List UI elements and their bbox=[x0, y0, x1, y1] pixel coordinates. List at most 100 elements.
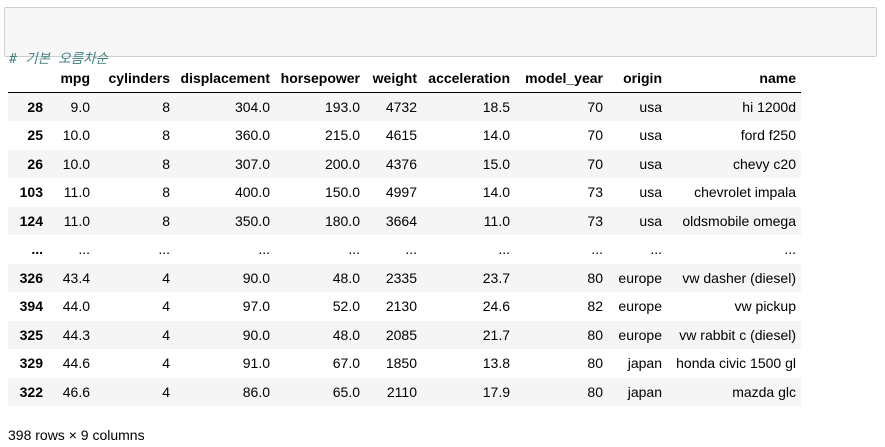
row-index: 325 bbox=[19, 326, 43, 343]
cell-acceleration: 21.7 bbox=[482, 326, 510, 343]
cell-cylinders: 4 bbox=[162, 298, 170, 315]
row-index: ... bbox=[31, 241, 43, 258]
cell-origin: japan bbox=[627, 383, 662, 400]
column-header-name: name bbox=[667, 64, 801, 93]
table-row: 26 10.0 8 307.0 200.0 4376 15.0 70 usa chevy c20 bbox=[8, 149, 801, 178]
cell-horsepower: 52.0 bbox=[332, 298, 360, 315]
dataframe-shape-summary: 398 rows × 9 columns bbox=[8, 427, 145, 443]
cell-cylinders: 8 bbox=[162, 99, 170, 115]
cell-model-year: 70 bbox=[587, 127, 603, 144]
table-row: 124 11.0 8 350.0 180.0 3664 11.0 73 usa oldsmobil… bbox=[8, 206, 801, 235]
cell-displacement: 91.0 bbox=[242, 355, 270, 372]
table-row: 326 43.4 4 90.0 48.0 2335 23.7 80 europe vw dashe… bbox=[8, 263, 801, 292]
cell-mpg: 9.0 bbox=[70, 99, 90, 115]
code-cell-input[interactable]: # 기본 오름차순 mpg_df.sort_values('mpg') bbox=[4, 7, 877, 121]
cell-name: oldsmobile omega bbox=[682, 212, 796, 229]
cell-displacement: 400.0 bbox=[234, 184, 270, 201]
table-body: 28 9.0 8 304.0 193.0 4732 18.5 70 usa hi 1200d 25 1… bbox=[8, 92, 801, 406]
cell-mpg: 46.6 bbox=[62, 383, 90, 400]
cell-origin: usa bbox=[639, 155, 662, 172]
cell-displacement: 304.0 bbox=[234, 99, 270, 115]
column-header-displacement: displacement bbox=[175, 64, 275, 93]
cell-name: chevy c20 bbox=[732, 155, 796, 172]
cell-horsepower: 215.0 bbox=[324, 127, 360, 144]
cell-weight: 2130 bbox=[385, 298, 417, 315]
cell-origin: usa bbox=[639, 212, 662, 229]
cell-displacement: ... bbox=[258, 241, 270, 258]
cell-origin: europe bbox=[618, 326, 662, 343]
cell-name: ... bbox=[784, 241, 796, 258]
cell-origin: europe bbox=[618, 298, 662, 315]
column-header-horsepower: horsepower bbox=[275, 64, 365, 93]
column-header-index bbox=[8, 64, 48, 93]
cell-displacement: 97.0 bbox=[242, 298, 270, 315]
cell-horsepower: 200.0 bbox=[324, 155, 360, 172]
row-index: 28 bbox=[27, 99, 43, 115]
row-index: 26 bbox=[27, 155, 43, 172]
cell-acceleration: 14.0 bbox=[482, 127, 510, 144]
cell-mpg: 11.0 bbox=[63, 212, 90, 229]
row-index: 329 bbox=[19, 355, 43, 372]
column-header-origin: origin bbox=[608, 64, 667, 93]
cell-weight: 2110 bbox=[386, 383, 417, 400]
row-index: 394 bbox=[19, 298, 43, 315]
cell-name: vw dasher (diesel) bbox=[682, 269, 796, 286]
cell-horsepower: 67.0 bbox=[332, 355, 360, 372]
cell-cylinders: 4 bbox=[162, 383, 170, 400]
cell-cylinders: 8 bbox=[162, 184, 170, 201]
cell-horsepower: 150.0 bbox=[324, 184, 360, 201]
row-index: 25 bbox=[27, 127, 43, 144]
cell-model-year: 70 bbox=[587, 155, 603, 172]
cell-displacement: 90.0 bbox=[242, 326, 270, 343]
cell-mpg: 10.0 bbox=[62, 127, 90, 144]
cell-model-year: 73 bbox=[587, 184, 603, 201]
cell-name: honda civic 1500 gl bbox=[676, 355, 796, 372]
table-row: 329 44.6 4 91.0 67.0 1850 13.8 80 japan honda civ… bbox=[8, 349, 801, 378]
cell-horsepower: 193.0 bbox=[324, 99, 360, 115]
cell-mpg: 10.0 bbox=[62, 155, 90, 172]
cell-weight: 4732 bbox=[385, 99, 417, 115]
cell-name: vw pickup bbox=[734, 298, 796, 315]
cell-acceleration: 14.0 bbox=[482, 184, 510, 201]
cell-acceleration: 13.8 bbox=[482, 355, 510, 372]
cell-displacement: 307.0 bbox=[234, 155, 270, 172]
dataframe-table: mpg cylinders displacement horsepower weight… bbox=[8, 64, 801, 406]
column-header-acceleration: acceleration bbox=[422, 64, 515, 93]
column-header-weight: weight bbox=[365, 64, 422, 93]
cell-model-year: 82 bbox=[587, 298, 603, 315]
cell-model-year: 73 bbox=[587, 212, 603, 229]
cell-mpg: 44.6 bbox=[62, 355, 90, 372]
cell-horsepower: ... bbox=[348, 241, 360, 258]
cell-mpg: ... bbox=[78, 241, 90, 258]
cell-origin: japan bbox=[627, 355, 662, 372]
cell-weight: 2085 bbox=[385, 326, 417, 343]
cell-acceleration: 15.0 bbox=[482, 155, 510, 172]
cell-name: mazda glc bbox=[732, 383, 796, 400]
cell-origin: usa bbox=[639, 184, 662, 201]
cell-weight: 3664 bbox=[385, 212, 417, 229]
column-header-model-year: model_year bbox=[515, 64, 608, 93]
cell-mpg: 11.0 bbox=[63, 184, 90, 201]
cell-weight: ... bbox=[405, 241, 417, 258]
cell-model-year: 80 bbox=[587, 355, 603, 372]
cell-model-year: 80 bbox=[587, 269, 603, 286]
cell-mpg: 44.3 bbox=[62, 326, 90, 343]
cell-cylinders: 8 bbox=[162, 212, 170, 229]
table-row: 28 9.0 8 304.0 193.0 4732 18.5 70 usa hi 1200d bbox=[8, 92, 801, 121]
table-row: 394 44.0 4 97.0 52.0 2130 24.6 82 europe vw picku… bbox=[8, 292, 801, 321]
cell-weight: 2335 bbox=[385, 269, 417, 286]
cell-cylinders: 8 bbox=[162, 155, 170, 172]
cell-model-year: 80 bbox=[587, 383, 603, 400]
table-row: 322 46.6 4 86.0 65.0 2110 17.9 80 japan mazda glc bbox=[8, 377, 801, 406]
cell-acceleration: ... bbox=[498, 241, 510, 258]
cell-acceleration: 23.7 bbox=[482, 269, 510, 286]
cell-model-year: 80 bbox=[587, 326, 603, 343]
cell-output: mpg cylinders displacement horsepower weight… bbox=[8, 64, 801, 406]
column-header-cylinders: cylinders bbox=[95, 64, 175, 93]
column-header-mpg: mpg bbox=[48, 64, 95, 93]
header-row: mpg cylinders displacement horsepower weight… bbox=[8, 64, 801, 93]
row-index: 124 bbox=[19, 212, 43, 229]
cell-mpg: 43.4 bbox=[62, 269, 90, 286]
cell-origin: europe bbox=[618, 269, 662, 286]
cell-model-year: ... bbox=[591, 241, 603, 258]
